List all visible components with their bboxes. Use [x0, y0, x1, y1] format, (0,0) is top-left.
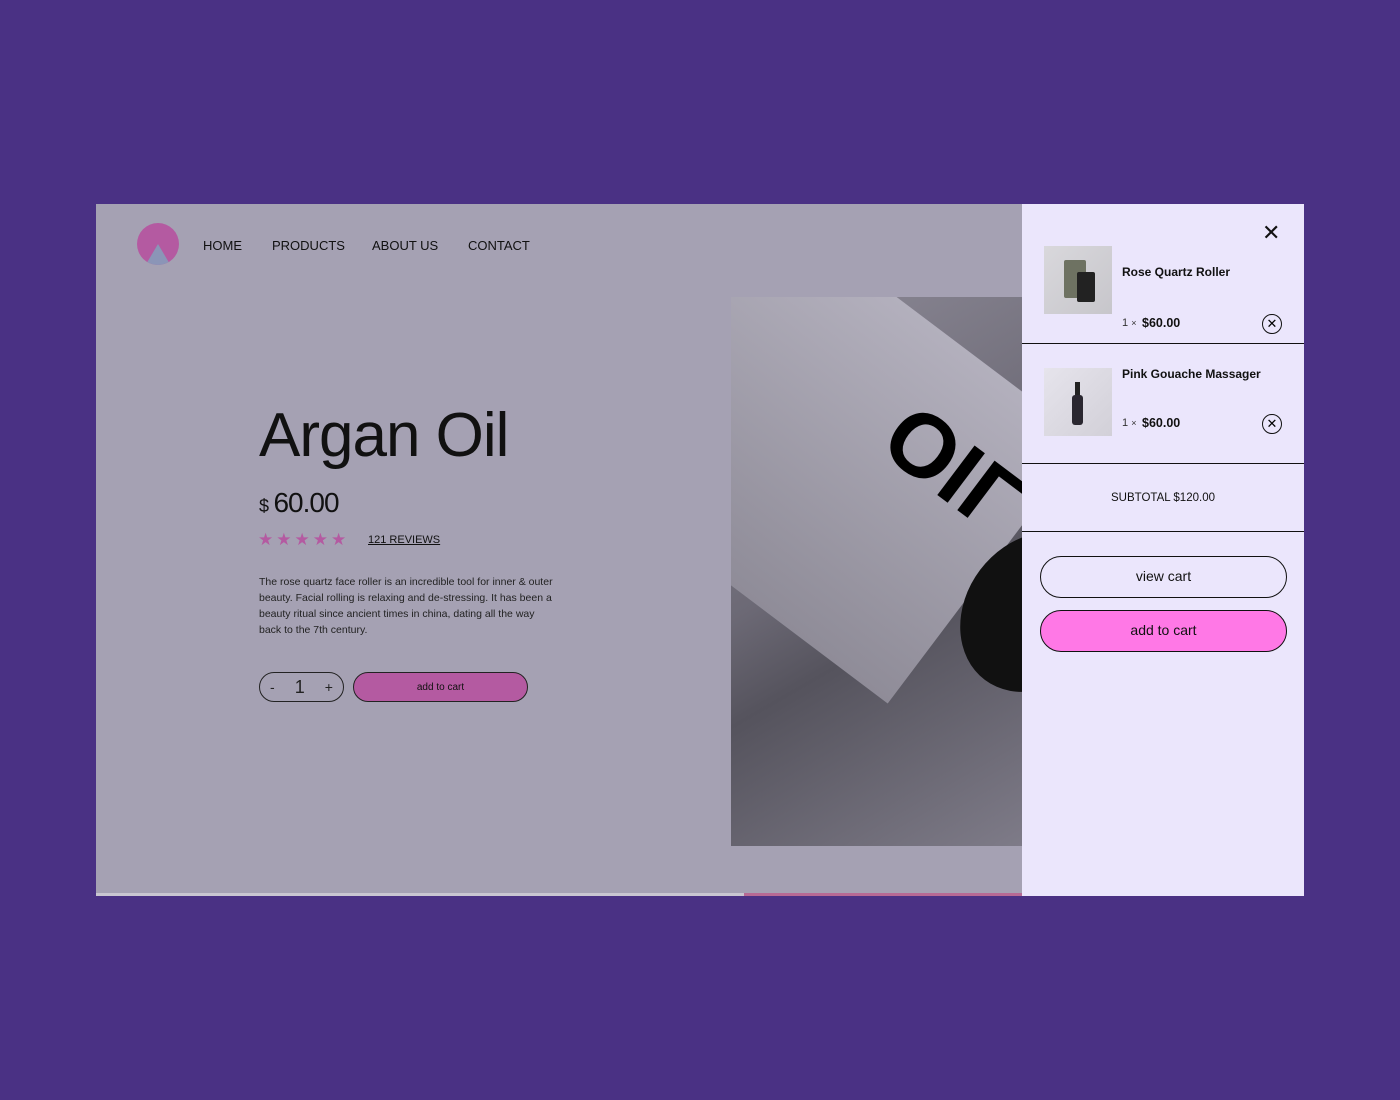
remove-item-icon[interactable]: ✕ — [1262, 314, 1282, 334]
star-icon: ★ — [331, 530, 350, 549]
star-icon: ★ — [312, 530, 331, 549]
star-rating: ★★★★★ — [258, 530, 349, 550]
star-icon: ★ — [276, 530, 295, 549]
item-thumbnail — [1044, 368, 1112, 436]
item-qty: 1 × — [1122, 417, 1136, 429]
qty-plus-button[interactable]: + — [325, 679, 333, 695]
price-amount: 60.00 — [273, 487, 339, 518]
product-price: $ 60.00 — [259, 487, 340, 519]
product-image: OIL — [731, 297, 1022, 846]
cart-add-to-cart-button[interactable]: add to cart — [1040, 610, 1287, 652]
progress-segment — [744, 893, 1022, 896]
product-page: HOME PRODUCTS ABOUT US CONTACT Argan Oil… — [96, 204, 1022, 896]
cart-drawer: ✕ Rose Quartz Roller 1 × $60.00 ✕ Pink G… — [1022, 204, 1304, 896]
qty: 1 — [1122, 417, 1129, 429]
currency: $ — [259, 496, 270, 516]
logo-mountain-icon — [145, 244, 171, 265]
cart-item: Pink Gouache Massager 1 × $60.00 ✕ — [1022, 344, 1304, 464]
item-name: Rose Quartz Roller — [1122, 265, 1231, 279]
product-description: The rose quartz face roller is an incred… — [259, 576, 553, 636]
qty-value: 1 — [294, 676, 305, 697]
item-name: Pink Gouache Massager — [1122, 367, 1261, 381]
star-icon: ★ — [258, 530, 277, 549]
qty: 1 — [1122, 317, 1129, 329]
remove-item-icon[interactable]: ✕ — [1262, 414, 1282, 434]
cart-item: Rose Quartz Roller 1 × $60.00 ✕ — [1022, 224, 1304, 344]
nav-products[interactable]: PRODUCTS — [272, 238, 345, 253]
progress-track — [96, 893, 744, 896]
nav-home[interactable]: HOME — [203, 238, 242, 253]
item-qty: 1 × — [1122, 317, 1136, 329]
quantity-stepper[interactable]: - 1 + — [259, 672, 344, 702]
reviews-link[interactable]: 121 REVIEWS — [368, 534, 440, 546]
star-icon: ★ — [294, 530, 313, 549]
times: × — [1131, 318, 1137, 328]
qty-minus-button[interactable]: - — [270, 679, 275, 695]
item-thumbnail — [1044, 246, 1112, 314]
nav-about[interactable]: ABOUT US — [372, 238, 438, 253]
view-cart-button[interactable]: view cart — [1040, 556, 1287, 598]
nav-contact[interactable]: CONTACT — [468, 238, 530, 253]
cart-subtotal: SUBTOTAL $120.00 — [1022, 464, 1304, 532]
item-price: $60.00 — [1142, 316, 1181, 330]
item-price: $60.00 — [1142, 416, 1181, 430]
product-title: Argan Oil — [259, 401, 509, 470]
logo[interactable] — [137, 223, 179, 265]
add-to-cart-button[interactable]: add to cart — [353, 672, 528, 702]
times: × — [1131, 418, 1137, 428]
